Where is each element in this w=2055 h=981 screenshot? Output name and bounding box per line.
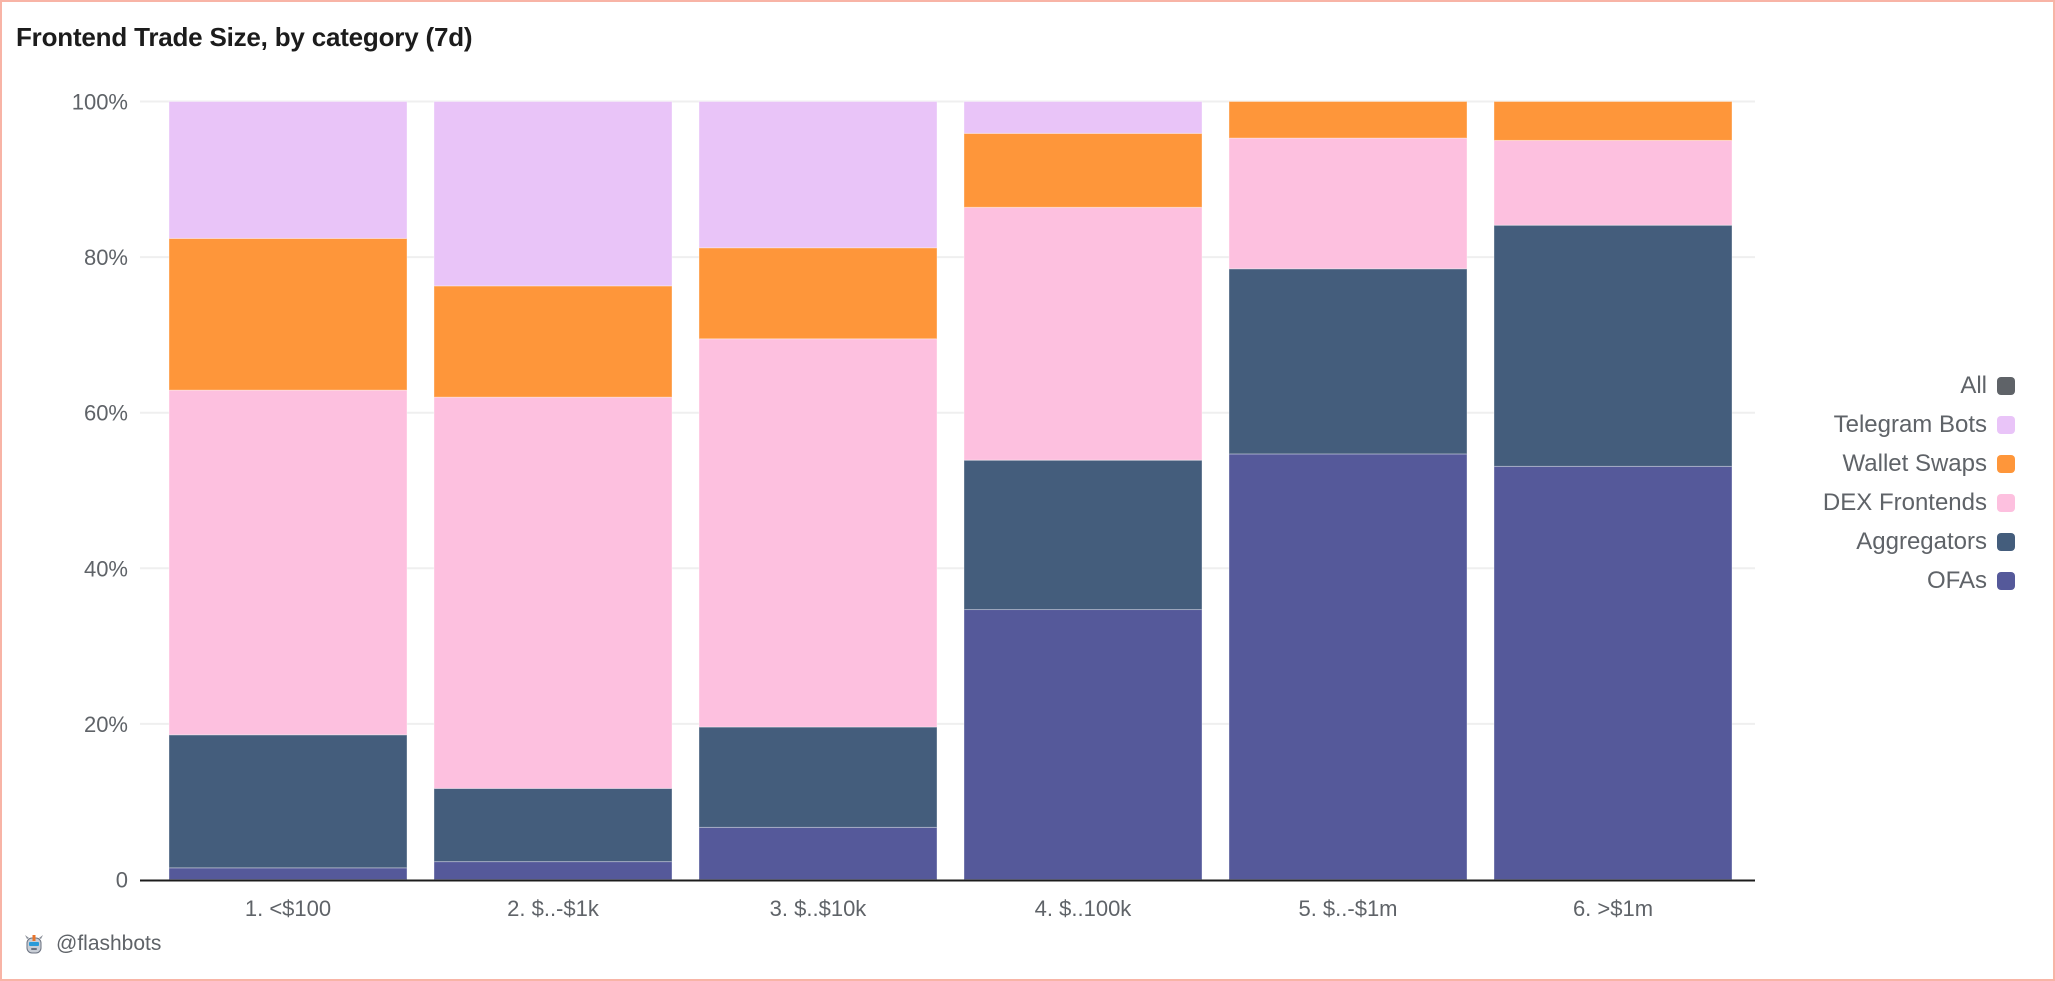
bar-segment-dex-frontends[interactable] bbox=[168, 389, 408, 736]
y-axis-ticks: 0 20% 40% 60% 80% 100% bbox=[72, 90, 128, 893]
legend-item-all[interactable]: All bbox=[1960, 366, 2015, 405]
y-tick-label: 20% bbox=[84, 712, 128, 737]
bar-stack[interactable] bbox=[168, 101, 408, 881]
y-tick-label: 100% bbox=[72, 90, 128, 115]
bar-segment-telegram-bots[interactable] bbox=[698, 101, 938, 249]
bar-segment-wallet-swaps[interactable] bbox=[963, 132, 1203, 208]
bar-segment-wallet-swaps[interactable] bbox=[1493, 101, 1733, 141]
legend-item-telegram-bots[interactable]: Telegram Bots bbox=[1834, 405, 2015, 444]
bar-segment-wallet-swaps[interactable] bbox=[698, 247, 938, 340]
bar-segment-dex-frontends[interactable] bbox=[433, 396, 673, 789]
bar-segment-ofas[interactable] bbox=[698, 826, 938, 881]
bar-segment-aggregators[interactable] bbox=[1493, 224, 1733, 467]
bar-segment-aggregators[interactable] bbox=[1228, 268, 1468, 455]
legend-swatch bbox=[1997, 532, 2015, 551]
bar-segment-ofas[interactable] bbox=[1493, 465, 1733, 880]
bar-segment-aggregators[interactable] bbox=[963, 459, 1203, 611]
legend-label: DEX Frontends bbox=[1822, 488, 1987, 516]
legend-swatch bbox=[1997, 493, 2015, 512]
bar-segment-aggregators[interactable] bbox=[433, 787, 673, 863]
x-tick-label: 3. $..$10k bbox=[770, 896, 868, 921]
legend-item-dex-frontends[interactable]: DEX Frontends bbox=[1823, 483, 2015, 522]
legend-label: Telegram Bots bbox=[1833, 410, 1987, 438]
x-tick-label: 6. >$1m bbox=[1573, 896, 1653, 921]
bar-stack[interactable] bbox=[963, 101, 1203, 880]
legend-swatch bbox=[1997, 376, 2015, 395]
bar-stack[interactable] bbox=[698, 101, 938, 881]
y-tick-label: 40% bbox=[84, 556, 128, 581]
footer-handle: @flashbots bbox=[56, 932, 162, 955]
y-tick-label: 60% bbox=[84, 401, 128, 426]
bar-segment-telegram-bots[interactable] bbox=[963, 101, 1203, 134]
stacked-bar-chart: 0 20% 40% 60% 80% 100% 1. <$100 2. $..-$1k 3. $… bbox=[72, 90, 1755, 921]
bar-segment-ofas[interactable] bbox=[433, 861, 673, 881]
bar-segment-aggregators[interactable] bbox=[168, 734, 408, 869]
y-tick-label: 0 bbox=[116, 868, 128, 893]
bar-segment-aggregators[interactable] bbox=[698, 726, 938, 828]
x-tick-label: 1. <$100 bbox=[245, 896, 331, 921]
bar-segment-telegram-bots[interactable] bbox=[433, 101, 673, 287]
bar-segment-wallet-swaps[interactable] bbox=[1228, 101, 1468, 139]
legend-label: Aggregators bbox=[1856, 527, 1987, 555]
bar-segment-telegram-bots[interactable] bbox=[168, 101, 408, 239]
legend-swatch bbox=[1997, 415, 2015, 434]
bar-segment-dex-frontends[interactable] bbox=[963, 206, 1203, 461]
robot-icon bbox=[24, 933, 44, 955]
bar-segment-ofas[interactable] bbox=[1228, 453, 1468, 880]
legend-label: Wallet Swaps bbox=[1842, 449, 1988, 477]
x-tick-label: 5. $..-$1m bbox=[1298, 896, 1397, 921]
legend-item-aggregators[interactable]: Aggregators bbox=[1856, 522, 2015, 561]
bar-segment-wallet-swaps[interactable] bbox=[168, 237, 408, 391]
bar-segment-wallet-swaps[interactable] bbox=[433, 285, 673, 398]
legend-swatch bbox=[1997, 571, 2015, 590]
footer: @flashbots bbox=[24, 932, 161, 956]
bars bbox=[168, 101, 1733, 881]
bar-stack[interactable] bbox=[1493, 101, 1733, 880]
bar-stack[interactable] bbox=[433, 101, 673, 881]
x-axis-ticks: 1. <$100 2. $..-$1k 3. $..$10k 4. $..100k 5.… bbox=[245, 896, 1653, 921]
x-tick-label: 4. $..100k bbox=[1035, 896, 1133, 921]
legend: All Telegram Bots Wallet Swaps DEX Frontend… bbox=[1823, 366, 2015, 600]
legend-swatch bbox=[1997, 454, 2015, 473]
bar-stack[interactable] bbox=[1228, 101, 1468, 880]
bar-segment-dex-frontends[interactable] bbox=[698, 338, 938, 728]
legend-label: OFAs bbox=[1926, 566, 1987, 594]
bar-segment-dex-frontends[interactable] bbox=[1228, 137, 1468, 270]
y-tick-label: 80% bbox=[84, 245, 128, 270]
legend-item-ofas[interactable]: OFAs bbox=[1927, 561, 2015, 600]
legend-item-wallet-swaps[interactable]: Wallet Swaps bbox=[1842, 444, 2015, 483]
bar-segment-dex-frontends[interactable] bbox=[1493, 139, 1733, 226]
chart-card: Frontend Trade Size, by category (7d) 02… bbox=[0, 0, 2055, 981]
bar-segment-ofas[interactable] bbox=[963, 609, 1203, 880]
x-tick-label: 2. $..-$1k bbox=[507, 896, 600, 921]
legend-label: All bbox=[1960, 371, 1987, 399]
bar-segment-ofas[interactable] bbox=[168, 867, 408, 881]
